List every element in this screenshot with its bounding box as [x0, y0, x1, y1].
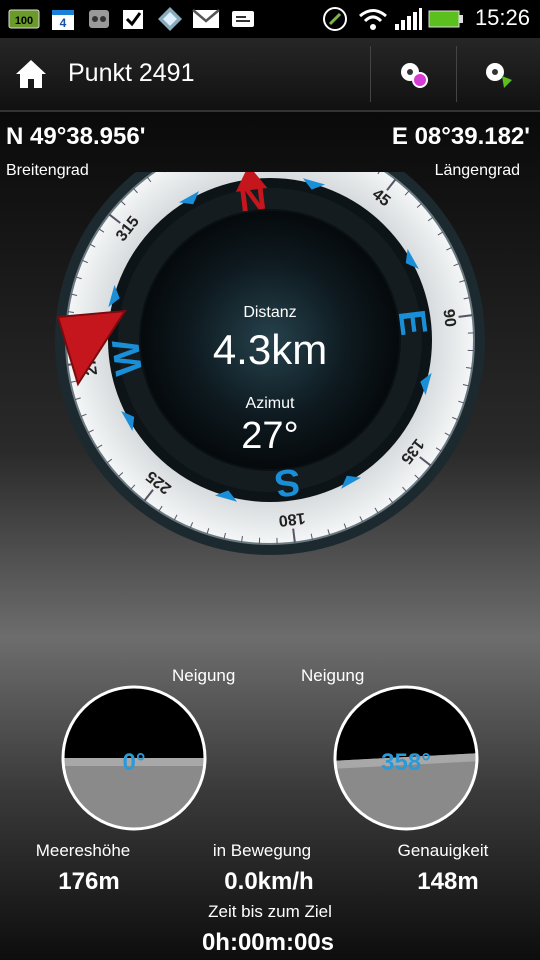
waypoint-settings-icon [401, 63, 428, 88]
distance-label: Distanz [243, 304, 297, 321]
battery-badge-text: 100 [15, 15, 33, 27]
waypoint-navigate-button[interactable] [458, 38, 540, 110]
compass-cardinal-e: E [390, 307, 435, 337]
waypoint-navigate-icon [486, 63, 512, 88]
compass-cardinal-w: W [105, 337, 151, 378]
home-icon [16, 60, 46, 88]
gmail-icon [192, 6, 220, 32]
eta-value: 0h:00m:00s [201, 929, 335, 956]
signal-icon [394, 6, 422, 32]
azimuth-label: Azimut [245, 395, 295, 412]
action-bar-divider [456, 46, 457, 102]
wifi-icon [358, 6, 388, 32]
sync-icon [156, 6, 184, 32]
battery-badge-icon: 100 [8, 6, 40, 32]
action-bar-divider [370, 46, 371, 102]
compass-degree-label: 90 [439, 308, 458, 328]
nfc-icon [322, 6, 348, 32]
altitude-label: Meereshöhe [35, 841, 131, 860]
tilt-left-gauge: 0° [61, 685, 207, 831]
page-title: Punkt 2491 [68, 59, 195, 87]
latitude-value: N 49°38.956' [6, 123, 146, 150]
compass-degree-label: 180 [278, 509, 307, 529]
tilt-right-gauge: 358° [333, 685, 479, 831]
azimuth-value: 27° [241, 415, 299, 457]
calendar-badge-text: 4 [60, 16, 67, 30]
eta-label: Zeit bis zum Ziel [208, 902, 332, 921]
longitude-value: E 08°39.182' [391, 123, 530, 150]
moving-label: in Bewegung [212, 841, 312, 860]
message-icon [230, 6, 256, 32]
battery-icon [428, 6, 464, 32]
moving-value: 0.0km/h [224, 868, 314, 895]
tilt-left-value: 0° [123, 749, 146, 776]
calendar-icon: 4 [50, 6, 76, 32]
clock: 15:26 [474, 5, 530, 30]
accuracy-value: 148m [417, 868, 479, 895]
tilt-right-value: 358° [381, 749, 431, 776]
distance-value: 4.3km [212, 326, 328, 373]
home-button[interactable] [0, 38, 62, 110]
voicemail-icon [86, 6, 112, 32]
compass-cardinal-s: S [272, 460, 302, 505]
main-content: N 49°38.956' Breitengrad E 08°39.182' Lä… [0, 112, 540, 960]
action-bar: Punkt 2491 [0, 38, 540, 112]
altitude-value: 176m [58, 868, 120, 895]
accuracy-label: Genauigkeit [397, 841, 489, 860]
waypoint-settings-button[interactable] [372, 38, 456, 110]
status-bar: 100 4 15:26 [0, 0, 540, 38]
task-check-icon [120, 6, 146, 32]
